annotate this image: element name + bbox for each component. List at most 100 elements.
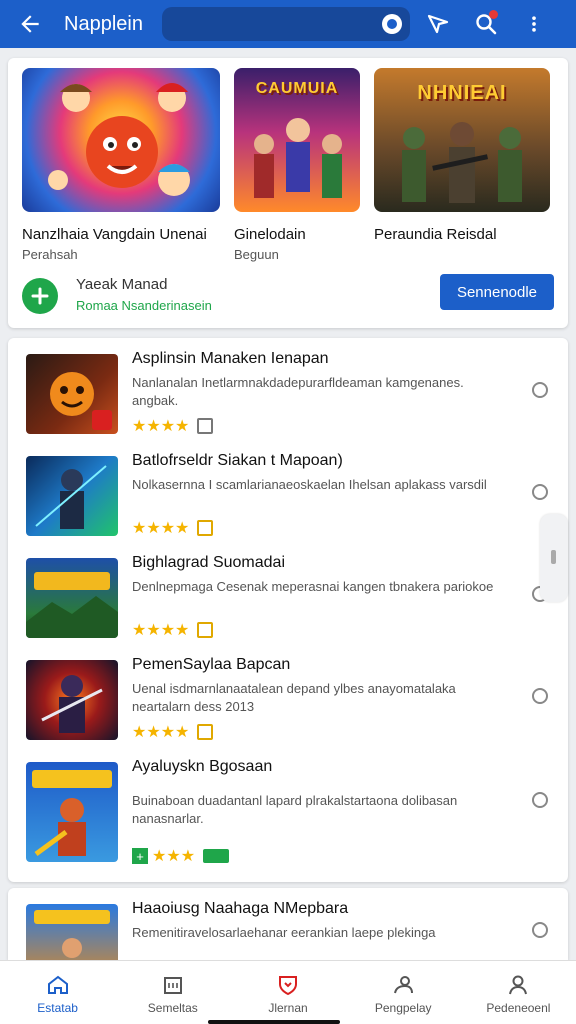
app-name: Bighlagrad Suomadai bbox=[132, 554, 285, 571]
promo-title: Yaeak Manad bbox=[76, 276, 168, 293]
app-name: Haaoiusg Naahaga NMepbara bbox=[132, 900, 349, 917]
game-subtitle: Beguun bbox=[234, 247, 279, 262]
app-description: Nanlanalan Inetlarmnakdadepurarfldeaman … bbox=[132, 375, 464, 408]
nav-item-people[interactable]: Pengpelay bbox=[346, 961, 461, 1024]
store-icon bbox=[163, 977, 182, 994]
nav-label: Pedeneoenl bbox=[486, 1001, 551, 1015]
app-description: Buinaboan duadantanl lapard plrakalstart… bbox=[132, 793, 458, 826]
list-item[interactable]: Batlofrseldr Siakan t Mapoan) Nolkasernn… bbox=[26, 452, 556, 552]
fantasy-art bbox=[34, 910, 110, 958]
scroll-handle[interactable] bbox=[540, 514, 568, 602]
add-button[interactable] bbox=[22, 278, 58, 314]
row-more-icon[interactable] bbox=[532, 484, 548, 500]
overflow-menu-button[interactable] bbox=[514, 4, 554, 44]
people-icon bbox=[394, 976, 414, 994]
nav-item-shield[interactable]: Jlernan bbox=[230, 961, 345, 1024]
nav-label: Jlernan bbox=[268, 1001, 308, 1015]
app-thumbnail bbox=[26, 762, 118, 862]
game-name: Nanzlhaia Vangdain Unenai bbox=[22, 226, 207, 243]
badge-icon bbox=[197, 520, 214, 536]
app-description: Denlnepmaga Cesenak meperasnai kangen tb… bbox=[132, 579, 494, 594]
comic-hero-art bbox=[32, 770, 112, 857]
pumpkin-art bbox=[50, 372, 112, 430]
badge-icon bbox=[197, 724, 214, 740]
search-button[interactable] bbox=[466, 4, 506, 44]
app-thumbnail bbox=[26, 904, 118, 960]
featured-card: Nanzlhaia Vangdain Unenai Perahsah CAUMU… bbox=[8, 58, 568, 328]
featured-game[interactable]: CAUMUIA Ginelodain Beguun bbox=[234, 68, 360, 262]
rating-stars: ★★★ bbox=[152, 848, 196, 865]
app-list-next: Haaoiusg Naahaga NMepbara Remenitiravelo… bbox=[8, 888, 568, 960]
list-item[interactable]: Haaoiusg Naahaga NMepbara Remenitiravelo… bbox=[26, 900, 556, 960]
game-name: Peraundia Reisdal bbox=[374, 226, 497, 243]
app-thumbnail bbox=[26, 660, 118, 740]
shield-icon bbox=[279, 976, 297, 996]
back-arrow-icon bbox=[21, 15, 39, 33]
app-thumbnail bbox=[26, 456, 118, 536]
landscape-art bbox=[26, 572, 118, 638]
app-rating: ★★★★ bbox=[132, 620, 214, 640]
featured-game[interactable]: Nanzlhaia Vangdain Unenai Perahsah bbox=[22, 68, 220, 262]
nav-item-home[interactable]: Estatab bbox=[0, 961, 115, 1024]
rating-stars: ★★★★ bbox=[132, 418, 190, 435]
green-badge-icon: + bbox=[132, 848, 148, 864]
app-rating: ★★★★ bbox=[132, 518, 214, 538]
app-rating: + ★★★ bbox=[132, 846, 230, 866]
badge-icon bbox=[197, 622, 214, 638]
search-input[interactable] bbox=[162, 7, 410, 41]
game-artwork: NHNIEAI bbox=[374, 68, 550, 212]
bottom-nav: Estatab Semeltas Jlernan Pengpelay Peden… bbox=[0, 960, 576, 1024]
promo-subtitle: Romaa Nsanderinasein bbox=[76, 298, 212, 313]
nav-item-store[interactable]: Semeltas bbox=[115, 961, 230, 1024]
person-icon bbox=[509, 975, 528, 995]
hero-group-art bbox=[254, 118, 342, 198]
list-item[interactable]: Asplinsin Manaken Ienapan Nanlanalan Ine… bbox=[26, 350, 556, 450]
app-thumbnail bbox=[26, 354, 118, 434]
nav-item-profile[interactable]: Pedeneoenl bbox=[461, 961, 576, 1024]
app-description: Uenal isdmarnlanaatalean depand ylbes an… bbox=[132, 681, 456, 714]
app-name: PemenSaylaa Bapcan bbox=[132, 656, 291, 673]
list-item[interactable]: PemenSaylaa Bapcan Uenal isdmarnlanaatal… bbox=[26, 656, 556, 756]
notification-dot bbox=[489, 10, 498, 19]
nav-label: Semeltas bbox=[147, 1001, 198, 1015]
cartoon-character-art bbox=[48, 83, 190, 196]
row-more-icon[interactable] bbox=[532, 688, 548, 704]
app-description: Nolkasernna I scamlarianaeoskaelan Ihels… bbox=[132, 477, 487, 492]
row-more-icon[interactable] bbox=[532, 382, 548, 398]
plus-icon bbox=[31, 287, 49, 305]
rating-stars: ★★★★ bbox=[132, 724, 190, 741]
send-button[interactable] bbox=[418, 4, 458, 44]
home-indicator bbox=[208, 1020, 340, 1024]
list-item[interactable]: Bighlagrad Suomadai Denlnepmaga Cesenak … bbox=[26, 554, 556, 654]
game-name: Ginelodain bbox=[234, 226, 306, 243]
mic-icon[interactable] bbox=[382, 14, 402, 34]
send-icon bbox=[427, 14, 449, 34]
game-artwork bbox=[22, 68, 220, 212]
search-bar[interactable] bbox=[162, 7, 410, 41]
rating-stars: ★★★★ bbox=[132, 622, 190, 639]
app-rating: ★★★★ bbox=[132, 722, 214, 742]
app-bar: Napplein bbox=[0, 0, 576, 48]
home-icon bbox=[47, 975, 68, 994]
warrior-art bbox=[41, 675, 103, 733]
game-subtitle: Perahsah bbox=[22, 247, 78, 262]
rating-stars: ★★★★ bbox=[132, 520, 190, 537]
app-name: Batlofrseldr Siakan t Mapoan) bbox=[132, 452, 343, 469]
featured-game[interactable]: NHNIEAI Peraundia Reisdal bbox=[374, 68, 550, 262]
app-list: Asplinsin Manaken Ienapan Nanlanalan Ine… bbox=[8, 338, 568, 882]
app-thumbnail bbox=[26, 558, 118, 638]
more-vert-icon bbox=[532, 16, 536, 32]
promo-action-button[interactable]: Sennenodle bbox=[440, 274, 554, 310]
app-rating: ★★★★ bbox=[132, 416, 214, 436]
armored-hero-art bbox=[35, 465, 107, 529]
app-name: Ayaluyskn Bgosaan bbox=[132, 758, 273, 775]
promo-row: Yaeak Manad Romaa Nsanderinasein Senneno… bbox=[22, 274, 554, 316]
game-artwork: CAUMUIA bbox=[234, 68, 360, 212]
nav-label: Estatab bbox=[37, 1001, 78, 1015]
back-button[interactable] bbox=[10, 4, 50, 44]
badge-icon bbox=[197, 418, 214, 434]
row-more-icon[interactable] bbox=[532, 792, 548, 808]
list-item[interactable]: Ayaluyskn Bgosaan Buinaboan duadantanl l… bbox=[26, 758, 556, 865]
tag-icon bbox=[203, 849, 230, 863]
row-more-icon[interactable] bbox=[532, 922, 548, 938]
